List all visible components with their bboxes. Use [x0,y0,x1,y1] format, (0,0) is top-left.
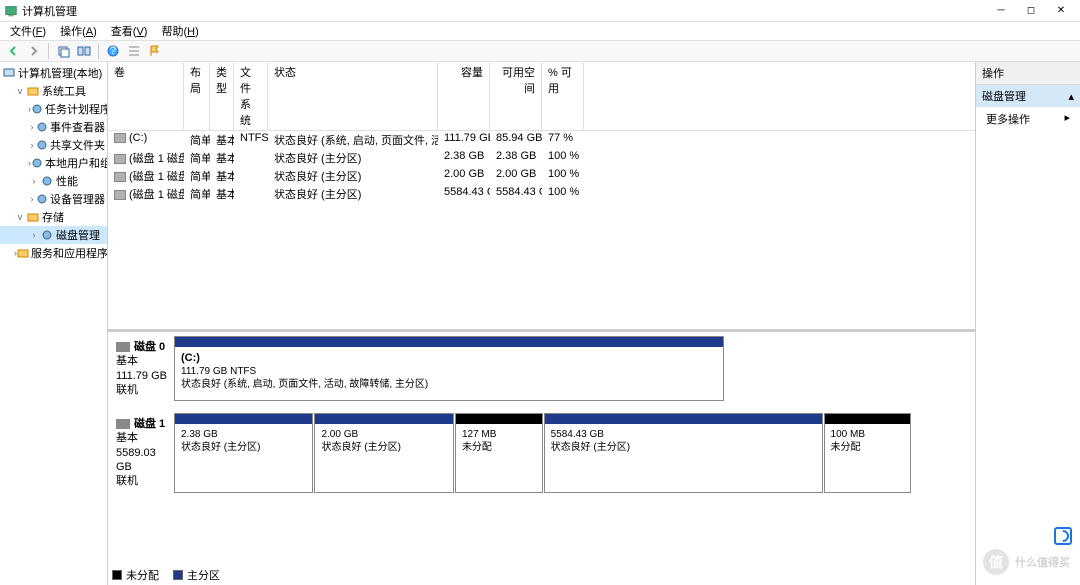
col-status[interactable]: 状态 [268,62,438,130]
toolbar: ? [0,40,1080,62]
tree-item[interactable]: ›设备管理器 [0,190,107,208]
collapse-icon: ▴ [1068,90,1074,103]
tree-item[interactable]: ›磁盘管理 [0,226,107,244]
flag-icon[interactable] [146,42,164,60]
tree-item[interactable]: ›性能 [0,172,107,190]
menu-action[interactable]: 操作(A) [54,21,103,41]
disk-info[interactable]: 磁盘 0基本111.79 GB联机 [112,336,174,401]
tree-group[interactable]: ›服务和应用程序 [0,244,107,262]
partition[interactable]: 127 MB未分配 [455,413,543,492]
tree-item[interactable]: ›本地用户和组 [0,154,107,172]
list-icon[interactable] [125,42,143,60]
actions-category[interactable]: 磁盘管理▴ [976,85,1080,107]
minimize-button[interactable]: ─ [986,1,1016,21]
chevron-right-icon: ▸ [1064,111,1070,127]
app-icon [4,4,18,18]
disk-row: 磁盘 0基本111.79 GB联机(C:)111.79 GB NTFS状态良好 … [112,336,971,401]
menu-file[interactable]: 文件(F) [4,21,52,41]
col-free[interactable]: 可用空间 [490,62,542,130]
partition[interactable]: 100 MB未分配 [824,413,912,492]
computer-icon [2,66,16,80]
col-volume[interactable]: 卷 [108,62,184,130]
titlebar: 计算机管理 ─ ◻ ✕ [0,0,1080,22]
tree-group[interactable]: v存储 [0,208,107,226]
tree-item[interactable]: ›共享文件夹 [0,136,107,154]
watermark: 值 什么值得买 [983,549,1070,575]
forward-button[interactable] [25,42,43,60]
col-layout[interactable]: 布局 [184,62,210,130]
partition[interactable]: 2.00 GB状态良好 (主分区) [314,413,453,492]
actions-header: 操作 [976,62,1080,85]
maximize-button[interactable]: ◻ [1016,1,1046,21]
volume-list-header: 卷 布局 类型 文件系统 状态 容量 可用空间 % 可用 [108,62,975,131]
disk-panel: 磁盘 0基本111.79 GB联机(C:)111.79 GB NTFS状态良好 … [108,332,975,585]
col-capacity[interactable]: 容量 [438,62,490,130]
menu-help[interactable]: 帮助(H) [155,21,204,41]
actions-panel: 操作 磁盘管理▴ 更多操作▸ [976,62,1080,585]
tree-panel: 计算机管理(本地) v系统工具›任务计划程序›事件查看器›共享文件夹›本地用户和… [0,62,108,585]
back-button[interactable] [4,42,22,60]
partition[interactable]: 5584.43 GB状态良好 (主分区) [544,413,823,492]
volume-row[interactable]: (磁盘 1 磁盘分区 1) 简单 基本 状态良好 (主分区) 2.38 GB 2… [108,149,975,167]
volume-row[interactable]: (C:) 简单 基本 NTFS 状态良好 (系统, 启动, 页面文件, 活动, … [108,131,975,149]
close-button[interactable]: ✕ [1046,1,1076,21]
legend: 未分配 主分区 [112,567,220,583]
legend-primary-swatch [173,570,183,580]
col-filesystem[interactable]: 文件系统 [234,62,268,130]
partition[interactable]: (C:)111.79 GB NTFS状态良好 (系统, 启动, 页面文件, 活动… [174,336,724,401]
volume-row[interactable]: (磁盘 1 磁盘分区 3) 简单 基本 状态良好 (主分区) 5584.43 G… [108,185,975,203]
tree-group[interactable]: v系统工具 [0,82,107,100]
disk-info[interactable]: 磁盘 1基本5589.03 GB联机 [112,413,174,492]
col-type[interactable]: 类型 [210,62,234,130]
tree-root[interactable]: 计算机管理(本地) [0,64,107,82]
col-percent[interactable]: % 可用 [542,62,584,130]
help-icon[interactable]: ? [104,42,122,60]
svg-text:?: ? [110,45,116,57]
volume-list: 卷 布局 类型 文件系统 状态 容量 可用空间 % 可用 (C:) 简单 基本 … [108,62,975,332]
menubar: 文件(F) 操作(A) 查看(V) 帮助(H) [0,22,1080,40]
window-title: 计算机管理 [22,3,986,19]
volume-row[interactable]: (磁盘 1 磁盘分区 2) 简单 基本 状态良好 (主分区) 2.00 GB 2… [108,167,975,185]
refresh-icon[interactable] [75,42,93,60]
tree-item[interactable]: ›事件查看器 [0,118,107,136]
partition[interactable]: 2.38 GB状态良好 (主分区) [174,413,313,492]
actions-more[interactable]: 更多操作▸ [976,107,1080,131]
center-panel: 卷 布局 类型 文件系统 状态 容量 可用空间 % 可用 (C:) 简单 基本 … [108,62,976,585]
tree-item[interactable]: ›任务计划程序 [0,100,107,118]
up-button[interactable] [54,42,72,60]
disk-row: 磁盘 1基本5589.03 GB联机2.38 GB状态良好 (主分区)2.00 … [112,413,971,492]
teamviewer-icon[interactable] [1054,527,1072,545]
legend-unallocated-swatch [112,570,122,580]
menu-view[interactable]: 查看(V) [105,21,154,41]
